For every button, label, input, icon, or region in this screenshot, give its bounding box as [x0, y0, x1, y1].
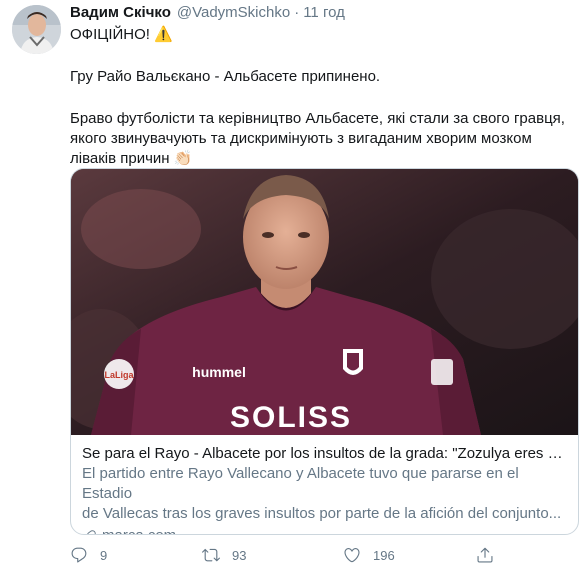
- sleeve-logo-text: LaLiga: [104, 370, 134, 380]
- retweet-button[interactable]: 93: [202, 546, 246, 564]
- card-domain-text: marca.com: [102, 526, 176, 534]
- card-image: LaLiga hummel SOLISS: [71, 169, 578, 435]
- author-name[interactable]: Вадим Скічко: [70, 4, 171, 21]
- avatar[interactable]: [12, 5, 61, 54]
- jersey-sponsor-text: SOLISS: [230, 401, 352, 434]
- author-handle[interactable]: @VadymSkichko: [177, 4, 290, 21]
- football-player-photo: LaLiga hummel SOLISS: [71, 169, 578, 435]
- tweet-line: ліваків причин 👏🏻: [70, 150, 193, 167]
- tweet-header: Вадим Скічко @VadymSkichko · 11 год: [70, 4, 345, 24]
- tweet-line: Браво футболісти та керівництво Альбасет…: [70, 110, 565, 127]
- reply-button[interactable]: 9: [70, 546, 107, 564]
- reply-icon: [71, 547, 87, 563]
- retweet-icon: [202, 548, 220, 562]
- share-icon: [477, 547, 493, 563]
- separator-dot: ·: [294, 4, 300, 21]
- card-title[interactable]: Se para el Rayo - Albacete por los insul…: [82, 444, 569, 464]
- heart-icon: [344, 548, 360, 563]
- tweet-text: ОФІЦІЙНО! ⚠️ Гру Райо Вальєкано - Альбас…: [70, 25, 576, 169]
- tweet-line: ОФІЦІЙНО! ⚠️: [70, 26, 173, 43]
- retweet-count: 93: [232, 547, 247, 563]
- card-description: El partido entre Rayo Vallecano y Albace…: [82, 465, 519, 502]
- card-body: Se para el Rayo - Albacete por los insul…: [71, 435, 578, 534]
- tweet-line: якого звинувачують та дискримінують з ви…: [70, 130, 532, 147]
- tweet-timestamp[interactable]: 11 год: [303, 4, 345, 21]
- jersey-brand-text: hummel: [192, 364, 246, 380]
- tweet-actions: 9 93 196: [70, 544, 540, 566]
- like-button[interactable]: 196: [343, 546, 395, 564]
- link-card[interactable]: LaLiga hummel SOLISS Se para el Rayo - A…: [70, 168, 579, 535]
- card-description: de Vallecas tras los graves insultos por…: [82, 505, 562, 522]
- link-icon: [87, 529, 96, 534]
- like-count: 196: [373, 547, 395, 563]
- reply-count: 9: [100, 547, 108, 563]
- tweet-line: Гру Райо Вальєкано - Альбасете припинено…: [70, 68, 381, 85]
- share-button[interactable]: [476, 546, 506, 564]
- avatar-photo: [12, 5, 61, 54]
- card-domain[interactable]: marca.com: [82, 526, 569, 534]
